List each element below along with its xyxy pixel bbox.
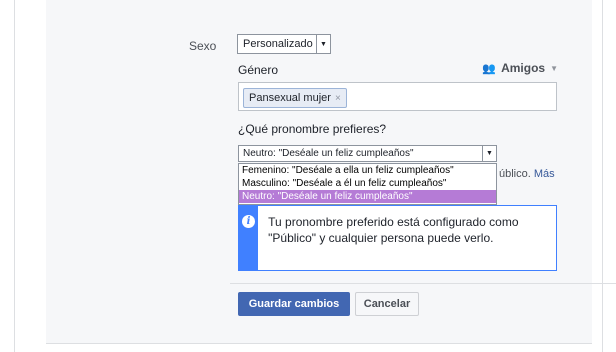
pronoun-option-masculine[interactable]: Masculino: "Deséale a él un feliz cumple… <box>239 177 496 190</box>
audience-selector[interactable]: 👥 Amigos ▼ <box>482 61 558 75</box>
pronoun-select-value: Neutro: "Deséale un feliz cumpleaños" <box>243 148 414 159</box>
more-link[interactable]: Más <box>534 168 555 180</box>
save-changes-button[interactable]: Guardar cambios <box>238 292 350 316</box>
privacy-note-text: úblico. <box>499 168 531 180</box>
pronoun-select[interactable]: Neutro: "Deséale un feliz cumpleaños" ▼ <box>238 145 497 162</box>
info-stripe: i <box>239 206 259 270</box>
chevron-down-icon: ▼ <box>482 146 496 161</box>
gender-input[interactable]: Pansexual mujer × <box>238 82 557 111</box>
pronoun-option-feminine[interactable]: Femenino: "Deséale a ella un feliz cumpl… <box>239 164 496 177</box>
pronoun-question: ¿Qué pronombre prefieres? <box>238 122 387 136</box>
remove-token-icon[interactable]: × <box>335 93 341 104</box>
gender-token: Pansexual mujer × <box>243 88 347 108</box>
chevron-down-icon: ▼ <box>316 35 330 53</box>
gender-token-label: Pansexual mujer <box>249 92 331 104</box>
sex-label: Sexo <box>189 39 217 53</box>
info-message-box: i Tu pronombre preferido está configurad… <box>238 205 557 271</box>
friends-icon: 👥 <box>482 62 497 75</box>
privacy-note: úblico. Más <box>499 168 555 180</box>
right-border-line <box>602 0 603 352</box>
divider <box>230 283 616 284</box>
left-border-line <box>14 0 15 352</box>
pronoun-dropdown: Femenino: "Deséale a ella un feliz cumpl… <box>238 163 497 205</box>
cancel-button[interactable]: Cancelar <box>355 292 419 316</box>
caret-down-icon: ▼ <box>550 63 558 73</box>
info-message-text: Tu pronombre preferido está configurado … <box>268 215 519 245</box>
audience-label: Amigos <box>501 61 546 75</box>
sex-select[interactable]: Personalizado ▼ <box>237 34 331 54</box>
pronoun-option-neutral[interactable]: Neutro: "Deséale un feliz cumpleaños" <box>239 190 496 203</box>
gender-label: Género <box>238 63 279 77</box>
info-icon: i <box>242 215 256 228</box>
sex-select-value: Personalizado <box>243 38 313 50</box>
